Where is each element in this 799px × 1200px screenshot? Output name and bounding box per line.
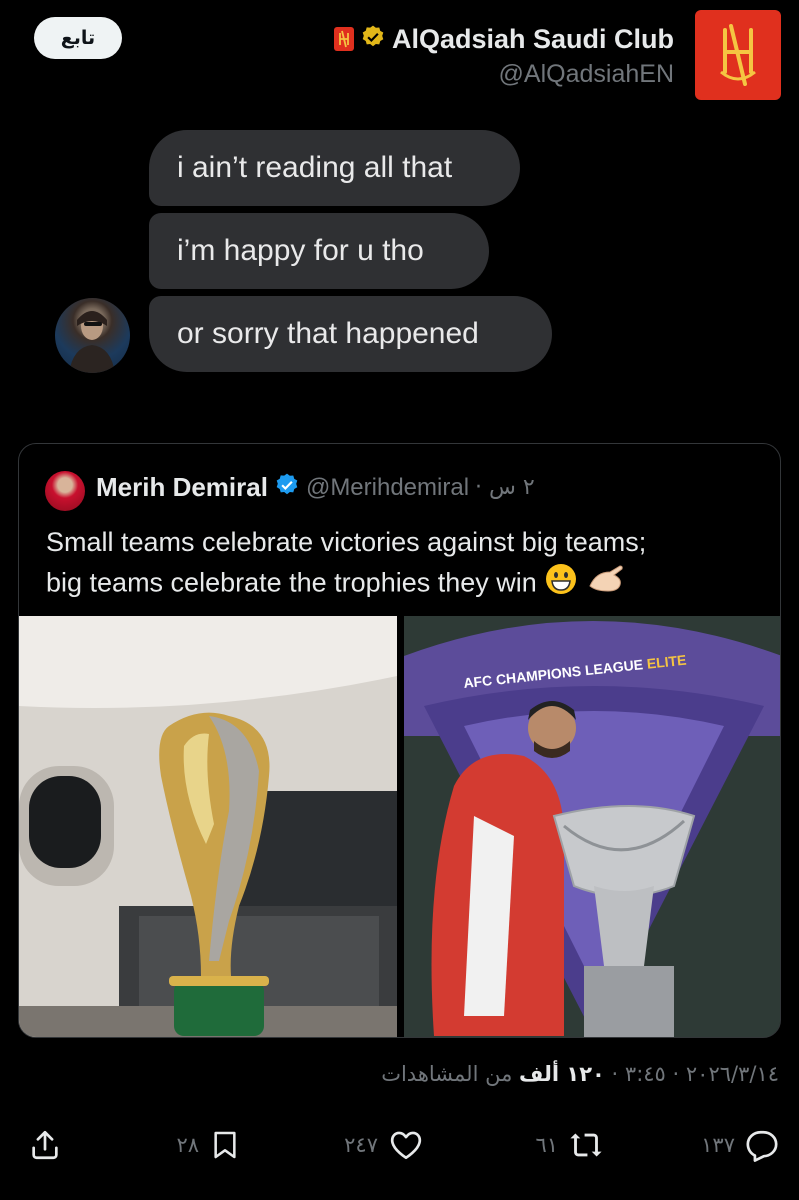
club-logo-icon <box>720 24 756 86</box>
verified-badge-icon <box>360 24 386 55</box>
repost-icon <box>570 1133 602 1157</box>
quoted-display-name: Merih Demiral <box>96 472 268 502</box>
share-button[interactable] <box>28 1120 62 1170</box>
reply-button[interactable]: ١٣٧ <box>701 1120 779 1170</box>
affiliate-badge-icon <box>333 27 354 51</box>
pinching-hand-emoji-icon <box>586 562 626 607</box>
quoted-text-line: Small teams celebrate victories against … <box>46 527 647 557</box>
tweet-date: ٢٠٢٦/٣/١٤ <box>685 1062 779 1086</box>
repost-button[interactable]: ٦١ <box>535 1120 604 1170</box>
heart-icon <box>390 1131 422 1160</box>
follow-button[interactable]: تابع <box>34 17 122 59</box>
quoted-tweet-text: Small teams celebrate victories against … <box>46 522 766 607</box>
quoted-text-line: big teams celebrate the trophies they wi… <box>46 567 537 598</box>
quoted-tweet-card[interactable]: Merih Demiral @Merihdemiral · ٢ س Small … <box>18 443 781 1038</box>
quoted-tweet-header: Merih Demiral @Merihdemiral · ٢ س <box>96 472 535 503</box>
reply-icon <box>746 1130 778 1162</box>
reply-count: ١٣٧ <box>701 1133 735 1157</box>
account-handle[interactable]: @AlQadsiahEN <box>499 60 674 89</box>
views-label: من المشاهدات <box>381 1062 513 1086</box>
chat-bubble: or sorry that happened <box>149 296 552 372</box>
tweet-time: ٣:٤٥ <box>624 1062 666 1086</box>
meta-separator: · <box>665 1062 680 1086</box>
like-count: ٢٤٧ <box>344 1133 378 1157</box>
quoted-handle: @Merihdemiral <box>305 473 470 501</box>
quoted-timestamp: · ٢ س <box>475 475 535 500</box>
views-count[interactable]: ١٢٠ ألف <box>519 1062 605 1086</box>
meta-separator: · <box>604 1062 619 1086</box>
chat-avatar <box>55 298 130 373</box>
quoted-avatar[interactable] <box>45 471 85 511</box>
club-avatar[interactable] <box>695 10 781 100</box>
trophy-airplane-photo[interactable] <box>19 616 397 1037</box>
grinning-face-emoji-icon <box>544 562 578 607</box>
verified-badge-icon <box>274 472 300 503</box>
afc-trophy-photo[interactable]: AFC CHAMPIONS LEAGUE ELITE <box>404 616 780 1037</box>
bookmark-count: ٢٨ <box>176 1133 199 1157</box>
account-name-row[interactable]: AlQadsiah Saudi Club <box>333 22 674 56</box>
tweet-meta: ٢٠٢٦/٣/١٤ · ٣:٤٥ · ١٢٠ ألف من المشاهدات <box>381 1062 779 1086</box>
like-button[interactable]: ٢٤٧ <box>344 1120 424 1170</box>
action-bar: ١٣٧ ٦١ ٢٤٧ ٢٨ <box>0 1120 799 1170</box>
share-icon <box>32 1130 58 1160</box>
chat-bubble: i’m happy for u tho <box>149 213 489 289</box>
bookmark-icon <box>214 1131 236 1159</box>
display-name: AlQadsiah Saudi Club <box>391 23 674 54</box>
bookmark-button[interactable]: ٢٨ <box>176 1120 241 1170</box>
chat-bubble: i ain’t reading all that <box>149 130 520 206</box>
quoted-text-line-2: big teams celebrate the trophies they wi… <box>46 562 766 607</box>
repost-count: ٦١ <box>535 1133 558 1157</box>
